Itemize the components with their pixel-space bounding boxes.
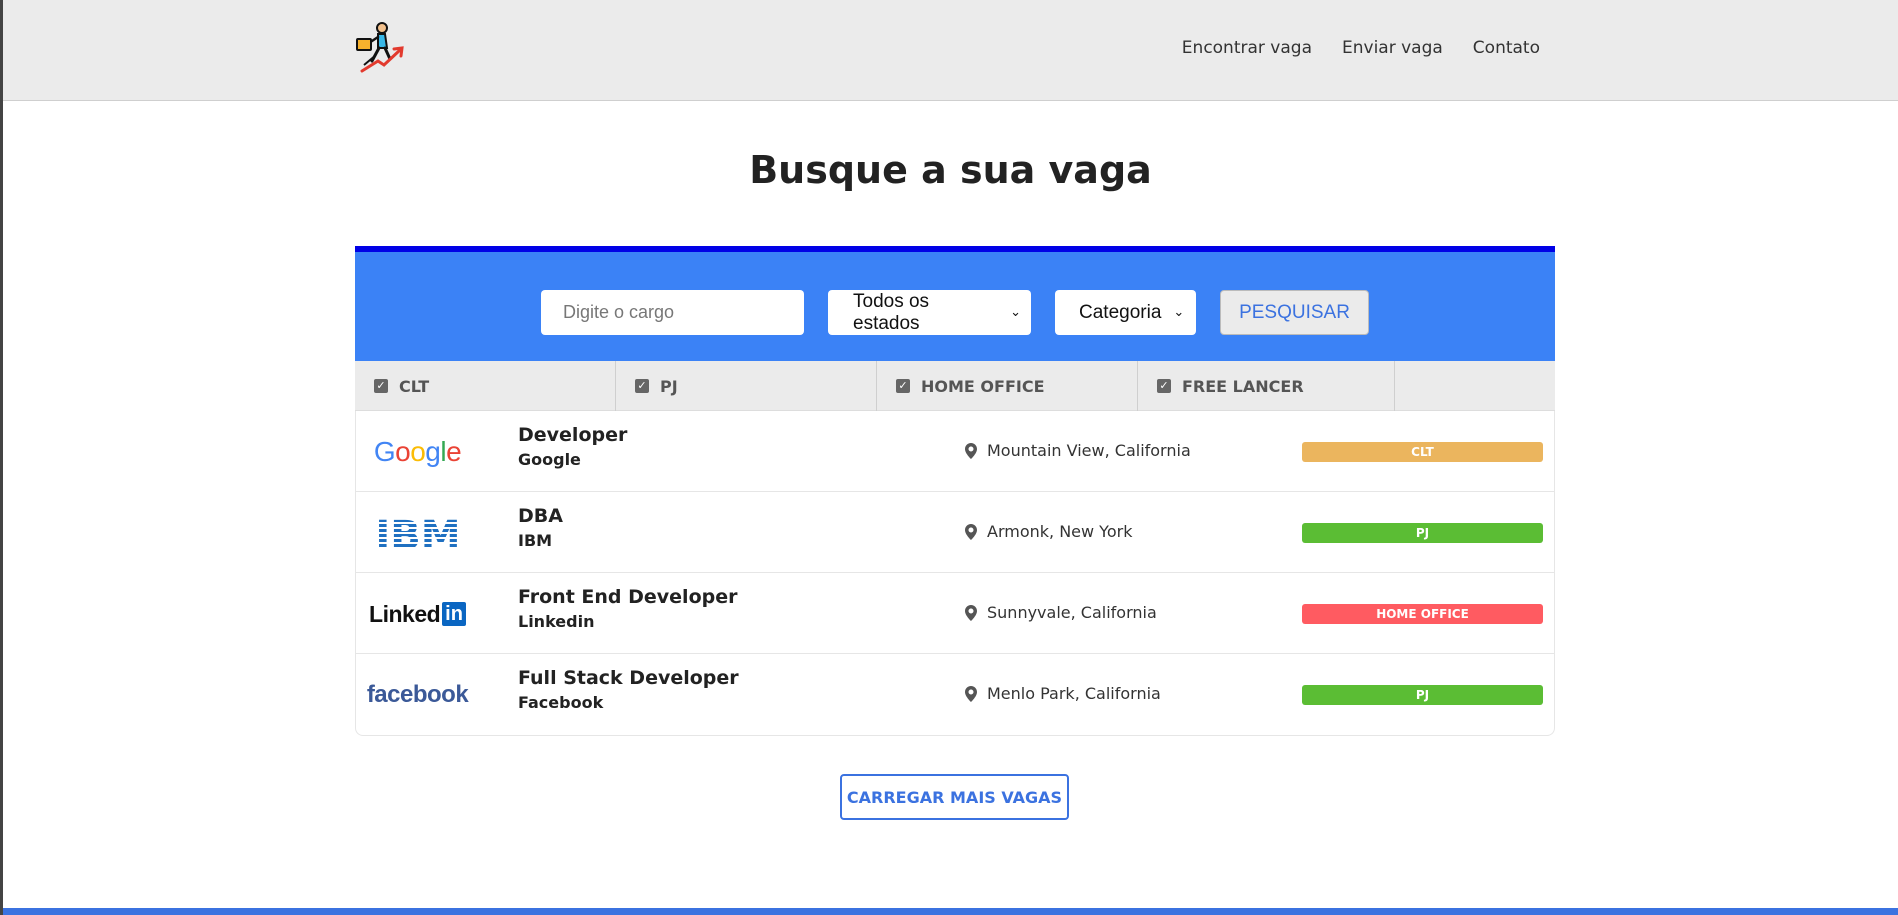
job-row[interactable]: Google Developer Google Mountain View, C…	[356, 411, 1554, 492]
filter-label: PJ	[660, 376, 678, 396]
load-more-button[interactable]: CARREGAR MAIS VAGAS	[840, 774, 1069, 820]
job-title: Full Stack Developer	[518, 667, 739, 689]
job-row[interactable]: facebook Full Stack Developer Facebook M…	[356, 654, 1554, 735]
page-title: Busque a sua vaga	[749, 148, 1152, 192]
filter-free-lancer[interactable]: ✓ FREE LANCER	[1138, 361, 1395, 411]
footer-bar	[3, 908, 1898, 915]
job-location: Armonk, New York	[965, 522, 1132, 541]
estado-select[interactable]: Todos os estados ⌄	[828, 290, 1031, 335]
job-location: Menlo Park, California	[965, 684, 1161, 703]
filter-clt[interactable]: ✓ CLT	[355, 361, 616, 411]
job-title: Developer	[518, 424, 628, 446]
categoria-select-value: Categoria	[1079, 301, 1162, 323]
filter-label: CLT	[399, 376, 430, 396]
nav-encontrar-vaga[interactable]: Encontrar vaga	[1182, 38, 1312, 58]
top-header: Encontrar vaga Enviar vaga Contato	[3, 0, 1898, 101]
chevron-down-icon: ⌄	[1010, 305, 1021, 320]
job-type-badge: HOME OFFICE	[1302, 604, 1543, 624]
job-company: Google	[518, 450, 581, 469]
job-location: Sunnyvale, California	[965, 603, 1157, 622]
main-nav: Encontrar vaga Enviar vaga Contato	[1182, 38, 1540, 58]
facebook-logo: facebook	[366, 681, 469, 708]
estado-select-value: Todos os estados	[853, 290, 930, 334]
job-type-badge: CLT	[1302, 442, 1543, 462]
filter-label: FREE LANCER	[1182, 376, 1304, 396]
job-company: IBM	[518, 531, 553, 550]
checkbox-checked-icon[interactable]: ✓	[896, 379, 910, 393]
map-pin-icon	[965, 685, 977, 702]
job-location-text: Sunnyvale, California	[987, 603, 1157, 622]
checkbox-checked-icon[interactable]: ✓	[635, 379, 649, 393]
ibm-logo: IBM	[370, 512, 465, 554]
job-row[interactable]: Linked in Front End Developer Linkedin Su…	[356, 573, 1554, 654]
filter-label: HOME OFFICE	[921, 376, 1045, 396]
checkbox-checked-icon[interactable]: ✓	[1157, 379, 1171, 393]
job-list: Google Developer Google Mountain View, C…	[355, 411, 1555, 736]
filter-spacer	[1395, 361, 1555, 411]
checkbox-checked-icon[interactable]: ✓	[374, 379, 388, 393]
filter-home-office[interactable]: ✓ HOME OFFICE	[877, 361, 1138, 411]
job-location-text: Menlo Park, California	[987, 684, 1161, 703]
search-panel: Todos os estados ⌄ Categoria ⌄ PESQUISAR	[355, 246, 1555, 361]
search-row: Todos os estados ⌄ Categoria ⌄ PESQUISAR	[355, 290, 1555, 335]
google-logo: Google	[373, 436, 462, 467]
cargo-search-input[interactable]	[541, 290, 804, 335]
svg-text:IBM: IBM	[375, 514, 460, 552]
job-company: Facebook	[518, 693, 604, 712]
job-type-badge: PJ	[1302, 685, 1543, 705]
map-pin-icon	[965, 523, 977, 540]
job-row[interactable]: IBM DBA IBM Armonk, New York PJ	[356, 492, 1554, 573]
job-title: Front End Developer	[518, 586, 738, 608]
search-button[interactable]: PESQUISAR	[1220, 290, 1369, 335]
job-location-text: Mountain View, California	[987, 441, 1191, 460]
linkedin-logo: Linked in	[369, 593, 466, 635]
job-type-filters: ✓ CLT ✓ PJ ✓ HOME OFFICE ✓ FREE LANCER	[355, 361, 1555, 411]
job-location-text: Armonk, New York	[987, 522, 1133, 541]
filter-pj[interactable]: ✓ PJ	[616, 361, 877, 411]
categoria-select[interactable]: Categoria ⌄	[1055, 290, 1196, 335]
map-pin-icon	[965, 604, 977, 621]
nav-contato[interactable]: Contato	[1473, 38, 1540, 58]
nav-enviar-vaga[interactable]: Enviar vaga	[1342, 38, 1443, 58]
map-pin-icon	[965, 442, 977, 459]
job-title: DBA	[518, 505, 563, 527]
job-type-badge: PJ	[1302, 523, 1543, 543]
job-location: Mountain View, California	[965, 441, 1191, 460]
chevron-down-icon: ⌄	[1173, 305, 1185, 320]
running-businessman-growth-icon[interactable]	[352, 21, 408, 77]
job-company: Linkedin	[518, 612, 595, 631]
